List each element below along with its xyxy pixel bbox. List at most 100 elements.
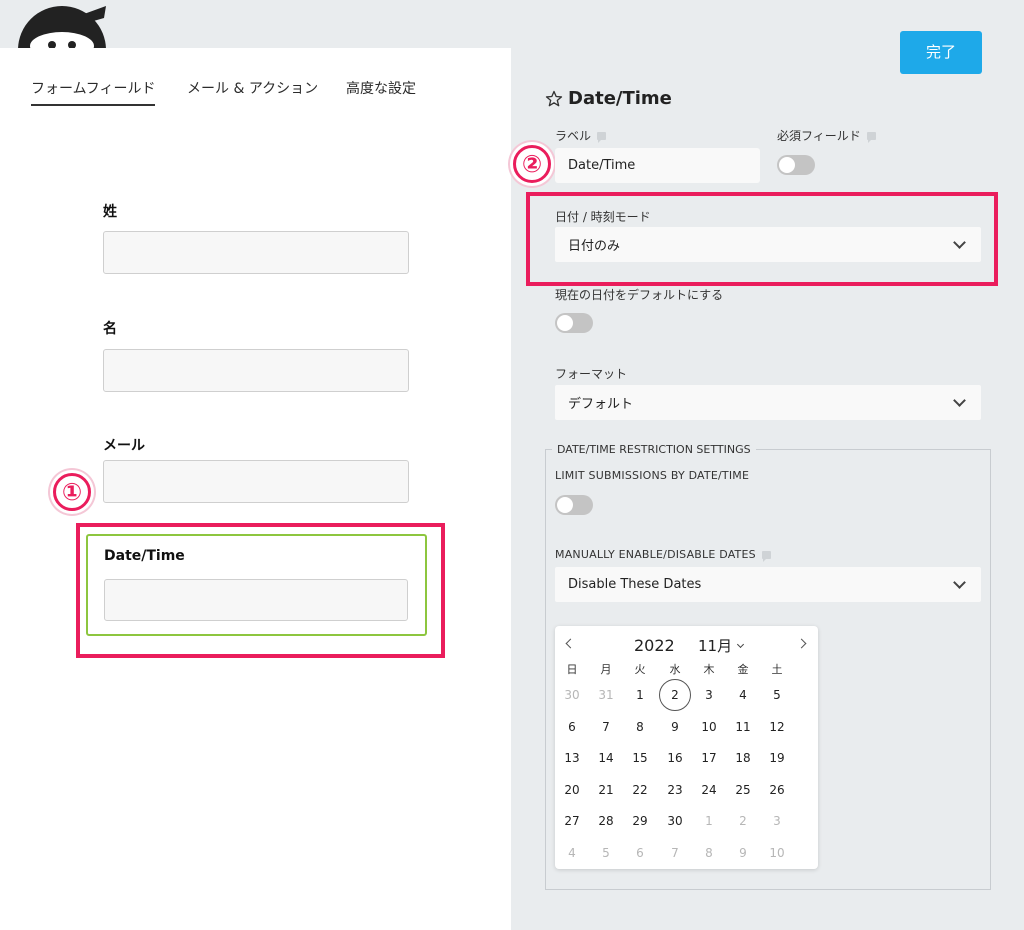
calendar-day[interactable]: 12 (761, 711, 793, 743)
required-caption-text: 必須フィールド (777, 129, 861, 143)
restriction-settings-legend: DATE/TIME RESTRICTION SETTINGS (552, 443, 756, 456)
settings-title-text: Date/Time (568, 88, 672, 109)
format-select[interactable]: デフォルト (555, 385, 981, 420)
weekday-label: 日 (566, 663, 578, 676)
manual-dates-select[interactable]: Disable These Dates (555, 567, 981, 602)
toggle-knob (557, 497, 573, 513)
weekday-label: 火 (634, 663, 646, 676)
chevron-right-icon[interactable] (796, 638, 807, 649)
calendar-day[interactable]: 3 (761, 805, 793, 837)
calendar-day[interactable]: 4 (727, 679, 759, 711)
last-name-field[interactable] (103, 231, 409, 274)
tab-email-actions[interactable]: メール & アクション (187, 78, 318, 98)
mode-select[interactable]: 日付のみ (555, 227, 981, 262)
calendar-day[interactable]: 10 (761, 837, 793, 869)
tab-form-fields[interactable]: フォームフィールド (31, 78, 156, 106)
calendar-day[interactable]: 19 (761, 742, 793, 774)
help-bubble-icon[interactable] (761, 550, 771, 562)
chevron-down-icon (737, 640, 745, 648)
ninja-logo (14, 0, 110, 48)
calendar-day[interactable]: 28 (590, 805, 622, 837)
calendar-day[interactable]: 29 (624, 805, 656, 837)
calendar-month: 11月 (698, 637, 733, 655)
done-button[interactable]: 完了 (900, 31, 982, 74)
calendar-month-select[interactable]: 11月 (698, 635, 745, 656)
manual-dates-caption: MANUALLY ENABLE/DISABLE DATES (555, 548, 771, 562)
default-today-toggle[interactable] (555, 313, 593, 333)
manual-dates-caption-text: MANUALLY ENABLE/DISABLE DATES (555, 548, 756, 561)
label-caption-text: ラベル (555, 129, 592, 143)
tab-advanced-settings[interactable]: 高度な設定 (346, 78, 416, 98)
required-toggle[interactable] (777, 155, 815, 175)
format-caption: フォーマット (555, 367, 628, 381)
calendar-day-today[interactable]: 2 (659, 679, 691, 711)
calendar-day[interactable]: 24 (693, 774, 725, 806)
calendar-day[interactable]: 7 (590, 711, 622, 743)
calendar-day[interactable]: 20 (556, 774, 588, 806)
chevron-down-icon (953, 393, 966, 407)
field-label-last-name: 姓 (103, 204, 117, 220)
weekday-label: 金 (737, 663, 749, 676)
datetime-field[interactable] (104, 579, 408, 621)
calendar-day[interactable]: 18 (727, 742, 759, 774)
mode-caption: 日付 / 時刻モード (555, 210, 651, 224)
field-label-datetime: Date/Time (104, 548, 185, 564)
calendar-day[interactable]: 10 (693, 711, 725, 743)
calendar-day[interactable]: 23 (659, 774, 691, 806)
email-field[interactable] (103, 460, 409, 503)
annotation-marker-2: ② (513, 145, 551, 183)
limit-submissions-caption: LIMIT SUBMISSIONS BY DATE/TIME (555, 469, 750, 482)
calendar-day[interactable]: 14 (590, 742, 622, 774)
calendar-day[interactable]: 8 (624, 711, 656, 743)
field-label-first-name: 名 (103, 321, 117, 337)
calendar-day[interactable]: 30 (556, 679, 588, 711)
calendar-day[interactable]: 15 (624, 742, 656, 774)
star-icon[interactable] (544, 89, 564, 109)
weekday-label: 木 (703, 663, 715, 676)
calendar-day[interactable]: 5 (590, 837, 622, 869)
calendar-day[interactable]: 17 (693, 742, 725, 774)
calendar-day[interactable]: 9 (727, 837, 759, 869)
calendar-day[interactable]: 4 (556, 837, 588, 869)
calendar-day[interactable]: 16 (659, 742, 691, 774)
weekday-label: 土 (771, 663, 783, 676)
calendar-day[interactable]: 31 (590, 679, 622, 711)
limit-submissions-toggle[interactable] (555, 495, 593, 515)
annotation-marker-1: ① (53, 473, 91, 511)
calendar-day[interactable]: 6 (624, 837, 656, 869)
calendar-day[interactable]: 30 (659, 805, 691, 837)
weekday-label: 月 (600, 663, 612, 676)
calendar-day[interactable]: 13 (556, 742, 588, 774)
calendar-year[interactable]: 2022 (634, 636, 675, 655)
calendar-day[interactable]: 25 (727, 774, 759, 806)
calendar-day[interactable]: 2 (727, 805, 759, 837)
mode-select-value: 日付のみ (568, 239, 621, 254)
calendar-day[interactable]: 1 (693, 805, 725, 837)
chevron-left-icon[interactable] (565, 638, 576, 649)
calendar-day[interactable]: 27 (556, 805, 588, 837)
calendar-day[interactable]: 7 (659, 837, 691, 869)
chevron-down-icon (953, 235, 966, 249)
help-bubble-icon[interactable] (597, 131, 607, 143)
calendar-day[interactable]: 11 (727, 711, 759, 743)
weekday-label: 水 (669, 663, 681, 676)
calendar-day[interactable]: 1 (624, 679, 656, 711)
calendar-day[interactable]: 8 (693, 837, 725, 869)
toggle-knob (779, 157, 795, 173)
default-today-caption: 現在の日付をデフォルトにする (555, 288, 724, 302)
calendar-day[interactable]: 22 (624, 774, 656, 806)
calendar-day[interactable]: 3 (693, 679, 725, 711)
label-caption: ラベル (555, 127, 607, 144)
first-name-field[interactable] (103, 349, 409, 392)
field-label-email: メール (103, 438, 145, 454)
format-select-value: デフォルト (568, 397, 634, 412)
date-picker-calendar: 2022 11月 日月火水木金土 30 31 1 2 3 4 5 6 7 8 9 10 11 12 13 14… (555, 626, 818, 869)
calendar-day[interactable]: 9 (659, 711, 691, 743)
label-input[interactable]: Date/Time (555, 148, 760, 183)
chevron-down-icon (953, 575, 966, 589)
calendar-day[interactable]: 21 (590, 774, 622, 806)
calendar-day[interactable]: 26 (761, 774, 793, 806)
help-bubble-icon[interactable] (866, 131, 876, 143)
calendar-day[interactable]: 5 (761, 679, 793, 711)
calendar-day[interactable]: 6 (556, 711, 588, 743)
